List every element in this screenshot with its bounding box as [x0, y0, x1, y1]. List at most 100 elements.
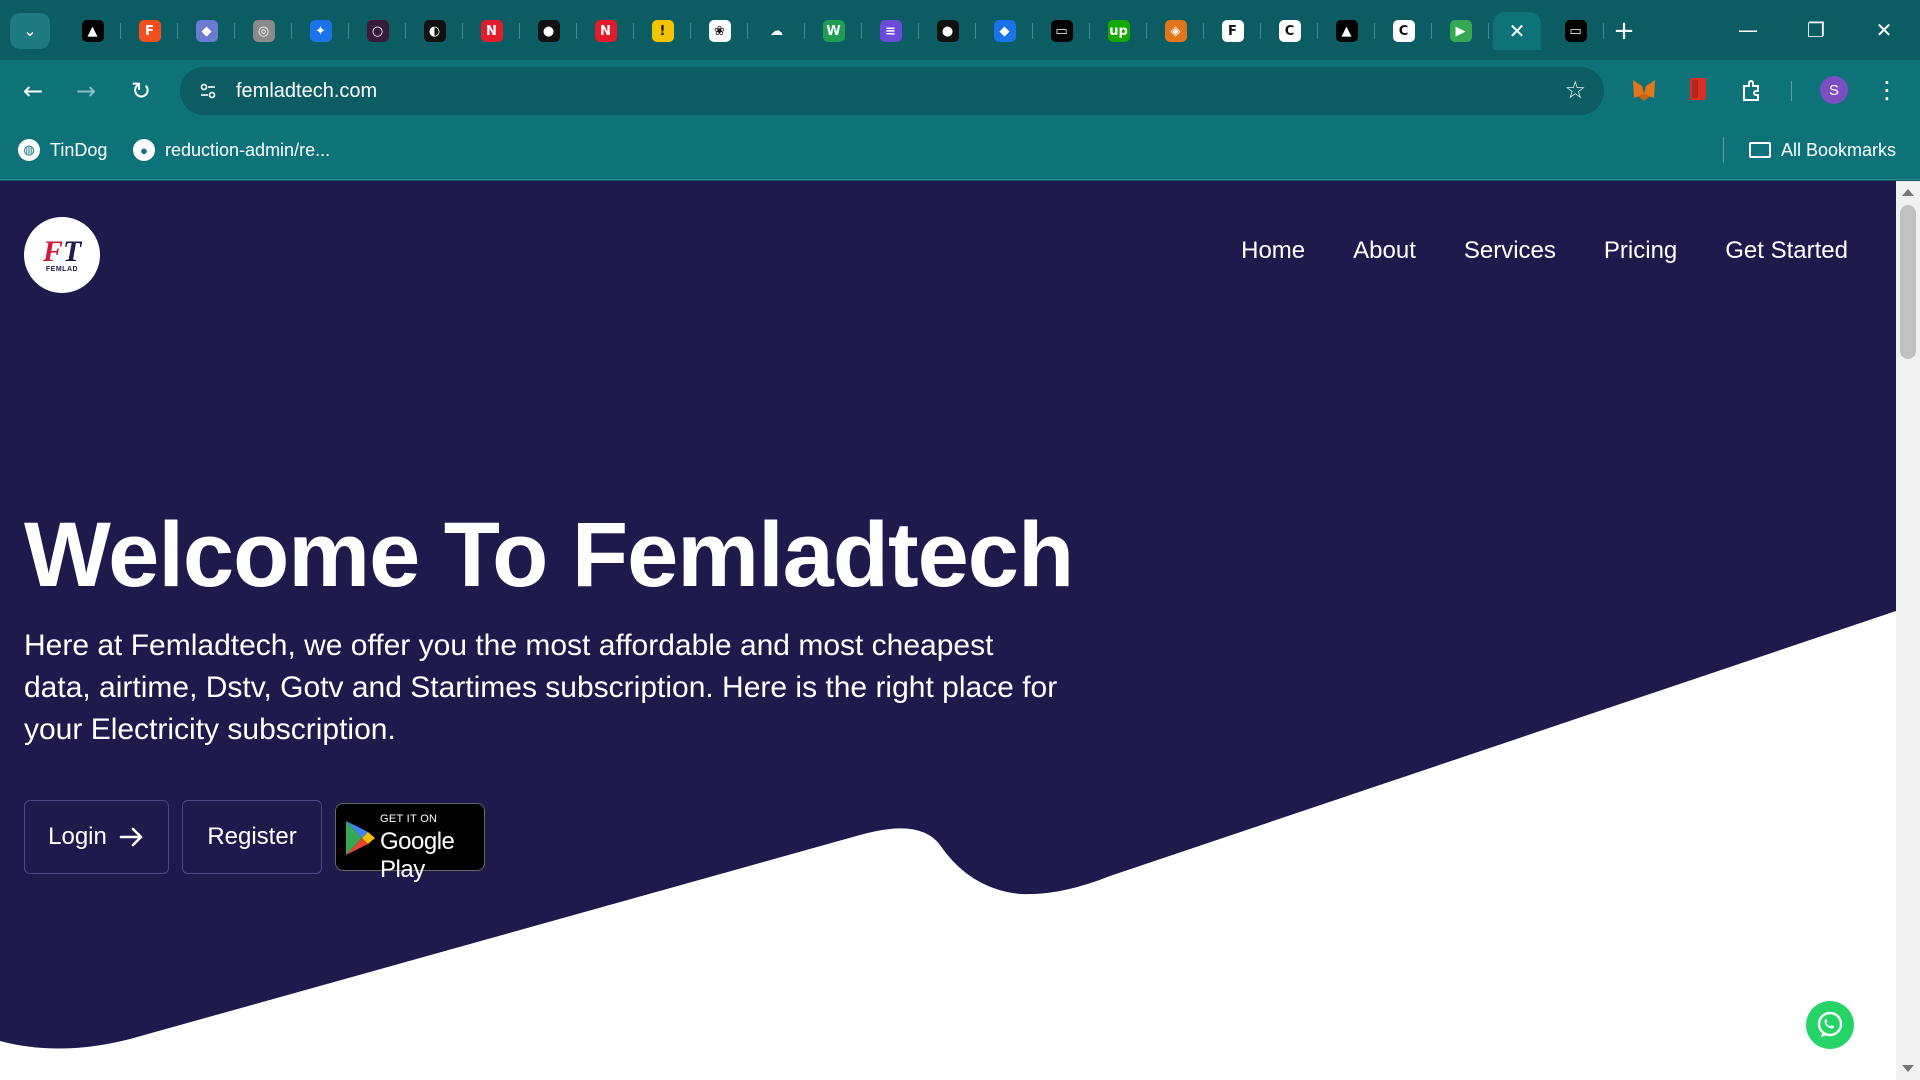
- browser-tab[interactable]: ▲: [1318, 12, 1375, 50]
- browser-tab[interactable]: F: [121, 12, 178, 50]
- openai-icon: ❀: [708, 20, 731, 42]
- github-dark-icon: ○: [366, 20, 389, 42]
- ethereum-icon: ◆: [195, 20, 218, 42]
- minimize-icon: —: [1738, 18, 1758, 42]
- sparkle-icon: ✦: [309, 20, 332, 42]
- terminal-icon: ▭: [1050, 20, 1073, 42]
- browser-tab[interactable]: ◆: [976, 12, 1033, 50]
- globe-icon: ◎: [252, 20, 275, 42]
- google-play-badge[interactable]: GET IT ON Google Play: [335, 803, 485, 883]
- reload-button[interactable]: ↻: [123, 73, 159, 109]
- scroll-down-icon[interactable]: [1902, 1065, 1914, 1072]
- login-button[interactable]: Login: [24, 800, 169, 874]
- webflow-icon: W: [822, 20, 845, 42]
- nav-home[interactable]: Home: [1241, 237, 1305, 265]
- scroll-up-icon[interactable]: [1902, 189, 1914, 196]
- login-label: Login: [48, 823, 107, 850]
- metamask-icon: ◈: [1164, 20, 1187, 42]
- hero-description: Here at Femladtech, we offer you the mos…: [24, 629, 1058, 746]
- browser-tab[interactable]: N: [463, 12, 520, 50]
- register-label: Register: [207, 823, 297, 850]
- globe-icon: ◍: [18, 139, 40, 161]
- browser-tab[interactable]: ☁: [748, 12, 805, 50]
- close-icon: ✕: [1875, 18, 1893, 42]
- c-circle-icon: C: [1278, 20, 1301, 42]
- more-vert-icon: ⋮: [1875, 76, 1899, 104]
- bookmark-extension-icon[interactable]: [1682, 74, 1714, 106]
- google-play-small-text: GET IT ON: [380, 813, 438, 825]
- bookmarks-bar: ◍ TinDog ● reduction-admin/re... All Boo…: [0, 120, 1920, 180]
- browser-tab[interactable]: ✦: [292, 12, 349, 50]
- nav-get-started[interactable]: Get Started: [1725, 237, 1848, 265]
- back-button[interactable]: ←: [15, 73, 51, 109]
- browser-tab[interactable]: ≡: [862, 12, 919, 50]
- page-scrollbar[interactable]: [1896, 181, 1920, 1080]
- browser-tab[interactable]: ▭: [1547, 12, 1604, 50]
- browser-tab[interactable]: ●: [520, 12, 577, 50]
- new-tab-button[interactable]: +: [1604, 12, 1644, 50]
- bookmark-tindog[interactable]: ◍ TinDog: [18, 136, 107, 164]
- register-button[interactable]: Register: [182, 800, 322, 874]
- site-info-icon[interactable]: [192, 75, 224, 107]
- bookmark-label: reduction-admin/re...: [165, 139, 331, 160]
- bookmark-star-icon[interactable]: ☆: [1564, 76, 1586, 104]
- femlad-icon: F: [1221, 20, 1244, 42]
- logo-mark: FT: [42, 234, 82, 268]
- browser-tab[interactable]: ◈: [1147, 12, 1204, 50]
- browser-tab[interactable]: W: [805, 12, 862, 50]
- arrow-right-icon: →: [75, 77, 97, 105]
- browser-tab[interactable]: ○: [349, 12, 406, 50]
- url-text[interactable]: femladtech.com: [236, 80, 377, 103]
- minimize-button[interactable]: —: [1714, 0, 1782, 60]
- scrollbar-thumb[interactable]: [1900, 205, 1916, 359]
- warning-icon: !: [651, 20, 674, 42]
- active-tab[interactable]: ✕: [1493, 12, 1541, 50]
- site-logo[interactable]: FT FEMLAD: [24, 217, 100, 293]
- arrow-left-icon: ←: [22, 77, 44, 105]
- n-red-icon: N: [480, 20, 503, 42]
- page-viewport: FT FEMLAD Home About Services Pricing Ge…: [0, 181, 1896, 1080]
- browser-tab[interactable]: ▭: [1033, 12, 1090, 50]
- metamask-extension-icon[interactable]: [1628, 74, 1660, 106]
- all-bookmarks-button[interactable]: All Bookmarks: [1749, 136, 1896, 164]
- browser-tab[interactable]: !: [634, 12, 691, 50]
- tab-list: ▲ F ◆ ◎ ✦ ○ ◐ N ● N! ❀ ☁ W ≡ ● ◆ ▭ up ◈ F C ▲ C ▶ ✕ ▭ +: [64, 12, 1644, 50]
- browser-tab[interactable]: F: [1204, 12, 1261, 50]
- browser-tab[interactable]: ▲: [64, 12, 121, 50]
- cloud-icon: ☁: [765, 20, 788, 42]
- profile-avatar[interactable]: S: [1820, 76, 1848, 104]
- bookmark-reduction-admin[interactable]: ● reduction-admin/re...: [133, 136, 330, 164]
- list-icon: ≡: [879, 20, 902, 42]
- browser-tab[interactable]: ◐: [406, 12, 463, 50]
- browser-tab[interactable]: N: [577, 12, 634, 50]
- nav-pricing[interactable]: Pricing: [1604, 237, 1677, 265]
- browser-tab[interactable]: ▶: [1432, 12, 1489, 50]
- chevron-down-icon: ⌄: [23, 23, 37, 40]
- browser-tab[interactable]: ◆: [178, 12, 235, 50]
- whatsapp-chat-button[interactable]: [1806, 1001, 1854, 1049]
- browser-tab[interactable]: ❀: [691, 12, 748, 50]
- restore-button[interactable]: ❐: [1782, 0, 1850, 60]
- vercel-icon: ▲: [81, 20, 104, 42]
- restore-icon: ❐: [1807, 18, 1825, 42]
- hero-title: Welcome To Femladtech: [24, 504, 1074, 606]
- browser-tab[interactable]: C: [1261, 12, 1318, 50]
- address-bar[interactable]: femladtech.com ☆: [180, 67, 1604, 115]
- extensions-icon[interactable]: [1736, 74, 1768, 106]
- google-play-icon: [346, 821, 375, 855]
- browser-menu-button[interactable]: ⋮: [1872, 74, 1902, 106]
- browser-tab[interactable]: ●: [919, 12, 976, 50]
- close-tab-icon[interactable]: ✕: [1509, 19, 1526, 43]
- nav-services[interactable]: Services: [1464, 237, 1556, 265]
- tab-search-button[interactable]: ⌄: [10, 13, 50, 49]
- close-window-button[interactable]: ✕: [1850, 0, 1918, 60]
- upwork-icon: up: [1107, 20, 1130, 42]
- browser-tab[interactable]: up: [1090, 12, 1147, 50]
- google-play-icon: ▶: [1449, 20, 1472, 42]
- nav-about[interactable]: About: [1353, 237, 1416, 265]
- browser-tab[interactable]: C: [1375, 12, 1432, 50]
- forward-button[interactable]: →: [68, 73, 104, 109]
- bookmarks-divider: [1723, 137, 1724, 163]
- browser-tab[interactable]: ◎: [235, 12, 292, 50]
- github-icon: ●: [537, 20, 560, 42]
